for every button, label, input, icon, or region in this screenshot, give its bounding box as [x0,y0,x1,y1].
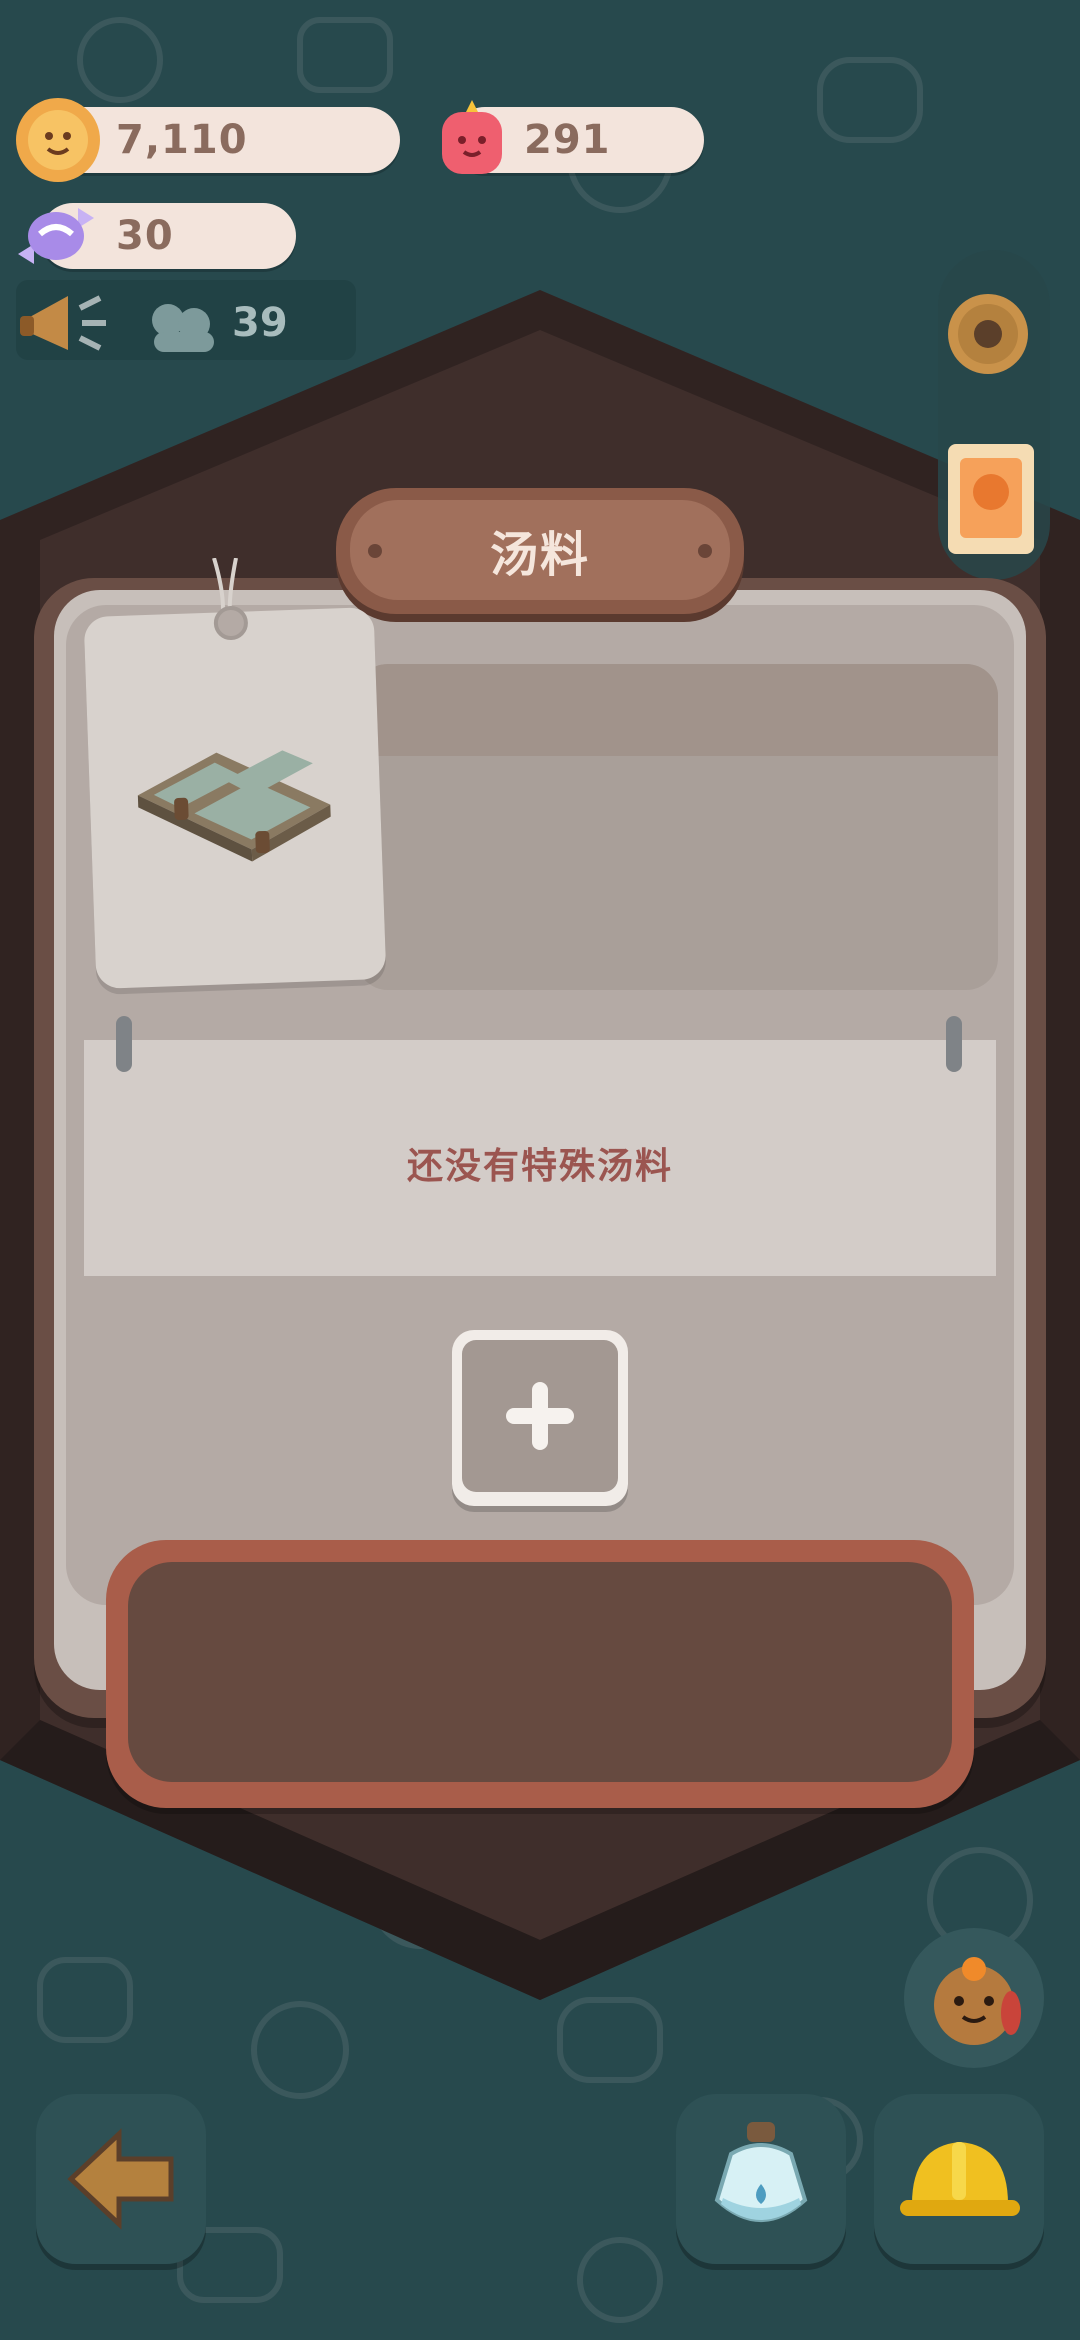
note-wavy-edge [84,1262,996,1276]
dialog-title-plate-inner: 汤料 [350,500,730,600]
potion-icon [714,2122,808,2222]
character-avatar-icon [934,1957,1021,2045]
plus-icon [506,1382,574,1450]
note-pin-left [116,1016,132,1072]
visitors-icon [146,300,222,360]
dialog-title-plate: 汤料 [336,488,744,614]
dialog-title: 汤料 [489,527,590,583]
cookie-count: 7,110 [116,117,248,163]
build-button[interactable] [874,2094,1044,2264]
back-arrow-icon [67,2128,174,2230]
candy-icon [14,194,98,278]
note-pin-right [946,1016,962,1072]
cookie-icon [16,98,100,182]
settings-gear-icon[interactable] [940,286,1036,386]
candy-count: 30 [116,213,174,259]
broth-info-header [356,664,998,756]
megaphone-icon[interactable] [20,288,112,362]
potion-button[interactable] [676,2094,846,2264]
plate-rivet [368,544,382,558]
broth-wooden-panel [106,1540,974,1808]
broth-wooden-panel-inner [128,1562,952,1782]
broth-tray-icon [137,750,331,862]
add-button-face [462,1340,618,1492]
visitor-count: 39 [232,300,288,346]
gem-count: 291 [524,117,611,163]
add-broth-button[interactable] [452,1330,628,1506]
stamp-icon[interactable] [944,440,1038,562]
character-chat-bubble[interactable] [904,1928,1044,2068]
tag-hole [213,605,249,641]
plate-rivet [698,544,712,558]
empty-broth-message: 还没有特殊汤料 [406,1146,673,1187]
back-button[interactable] [36,2094,206,2264]
hard-hat-icon [900,2142,1020,2216]
broth-item-card [83,605,387,989]
jelly-gem-icon [430,96,514,180]
